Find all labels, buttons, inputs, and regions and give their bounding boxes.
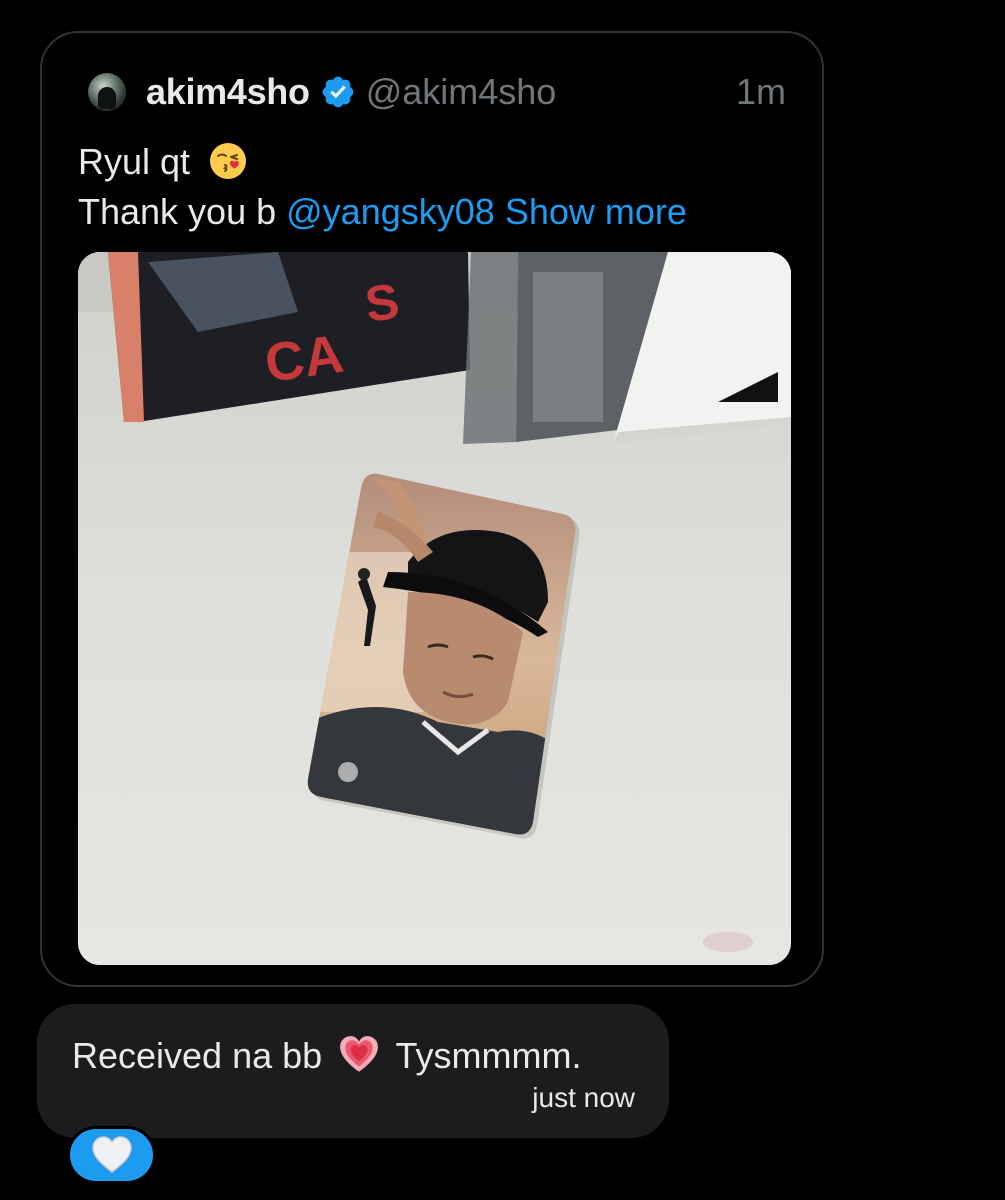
white-heart-emoji-icon <box>91 1136 132 1173</box>
message-text-start: Received na bb <box>72 1035 323 1076</box>
tweet-text-line-2: Thank you b @yangsky08 Show more <box>78 187 792 237</box>
tweet-text-ryul: Ryul qt <box>78 141 191 182</box>
mention-link[interactable]: @yangsky08 <box>286 191 495 232</box>
show-more-link[interactable]: Show more <box>505 191 687 232</box>
photo-illustration: CA S <box>78 252 791 965</box>
tweet-photo[interactable]: CA S <box>78 252 791 965</box>
tweet-text: Ryul qt Thank you b @yangsky08 Show more <box>78 137 792 237</box>
display-name[interactable]: akim4sho <box>146 71 310 113</box>
kissing-heart-emoji-icon <box>210 143 247 179</box>
timestamp[interactable]: 1m <box>736 71 786 113</box>
verified-badge-icon <box>322 76 354 108</box>
message-text-end: Tysmmmm. <box>395 1035 582 1076</box>
avatar[interactable] <box>88 73 126 111</box>
quoted-tweet-card[interactable]: akim4sho @akim4sho 1m Ryul qt Thank you … <box>40 31 824 987</box>
tweet-text-thanks: Thank you b <box>78 191 277 232</box>
tweet-text-line-1: Ryul qt <box>78 137 792 187</box>
message-text: Received na bb Tysmmmm. <box>72 1034 582 1077</box>
dm-conversation: akim4sho @akim4sho 1m Ryul qt Thank you … <box>0 0 1005 1200</box>
message-bubble[interactable]: Received na bb Tysmmmm. just now <box>37 1004 669 1138</box>
reaction-pill[interactable] <box>67 1126 156 1184</box>
handle[interactable]: @akim4sho <box>366 71 557 113</box>
svg-text:CA: CA <box>261 324 347 394</box>
growing-heart-emoji-icon <box>340 1036 379 1072</box>
message-timestamp: just now <box>532 1082 635 1113</box>
tweet-header: akim4sho @akim4sho 1m <box>88 69 786 115</box>
